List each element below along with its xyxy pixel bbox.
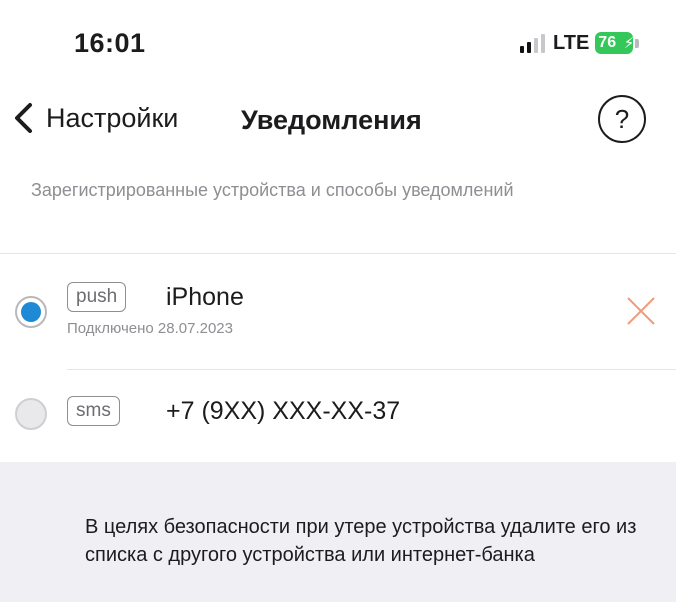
radio-selected[interactable] (15, 296, 47, 328)
radio-dot (21, 302, 41, 322)
status-time: 16:01 (74, 28, 146, 58)
info-panel: В целях безопасности при утере устройств… (0, 462, 676, 602)
device-phone-number: +7 (9XX) XXX-XX-37 (166, 397, 401, 425)
close-icon (627, 297, 655, 325)
security-info-text: В целях безопасности при утере устройств… (85, 516, 637, 566)
signal-icon (520, 33, 545, 53)
radio-unselected[interactable] (15, 398, 47, 430)
charging-bolt-icon: ⚡ (623, 35, 635, 52)
battery-icon: 76 ⚡ (595, 32, 635, 54)
help-button[interactable]: ? (598, 95, 646, 143)
status-bar: 16:01 LTE 76 ⚡ (0, 0, 676, 80)
section-header: Зарегистрированные устройства и способы … (31, 180, 514, 200)
device-row-sms[interactable]: sms +7 (9XX) XXX-XX-37 (0, 370, 676, 462)
device-connected-date: Подключено 28.07.2023 (67, 320, 233, 337)
device-row-push[interactable]: push iPhone Подключено 28.07.2023 (0, 254, 676, 370)
page-title: Уведомления (241, 105, 422, 135)
battery-level: 76 (598, 34, 617, 51)
network-type: LTE (553, 31, 590, 54)
device-name: iPhone (166, 283, 244, 311)
remove-device-button[interactable] (624, 294, 658, 328)
device-type-tag: push (67, 282, 127, 312)
chevron-left-icon (15, 103, 32, 133)
device-type-tag: sms (67, 396, 120, 426)
battery-cap (635, 38, 640, 48)
back-button[interactable]: Настройки (10, 94, 178, 142)
nav-bar: Настройки Уведомления ? (0, 80, 676, 156)
status-indicators: LTE 76 ⚡ (520, 30, 640, 56)
back-label: Настройки (46, 102, 179, 133)
